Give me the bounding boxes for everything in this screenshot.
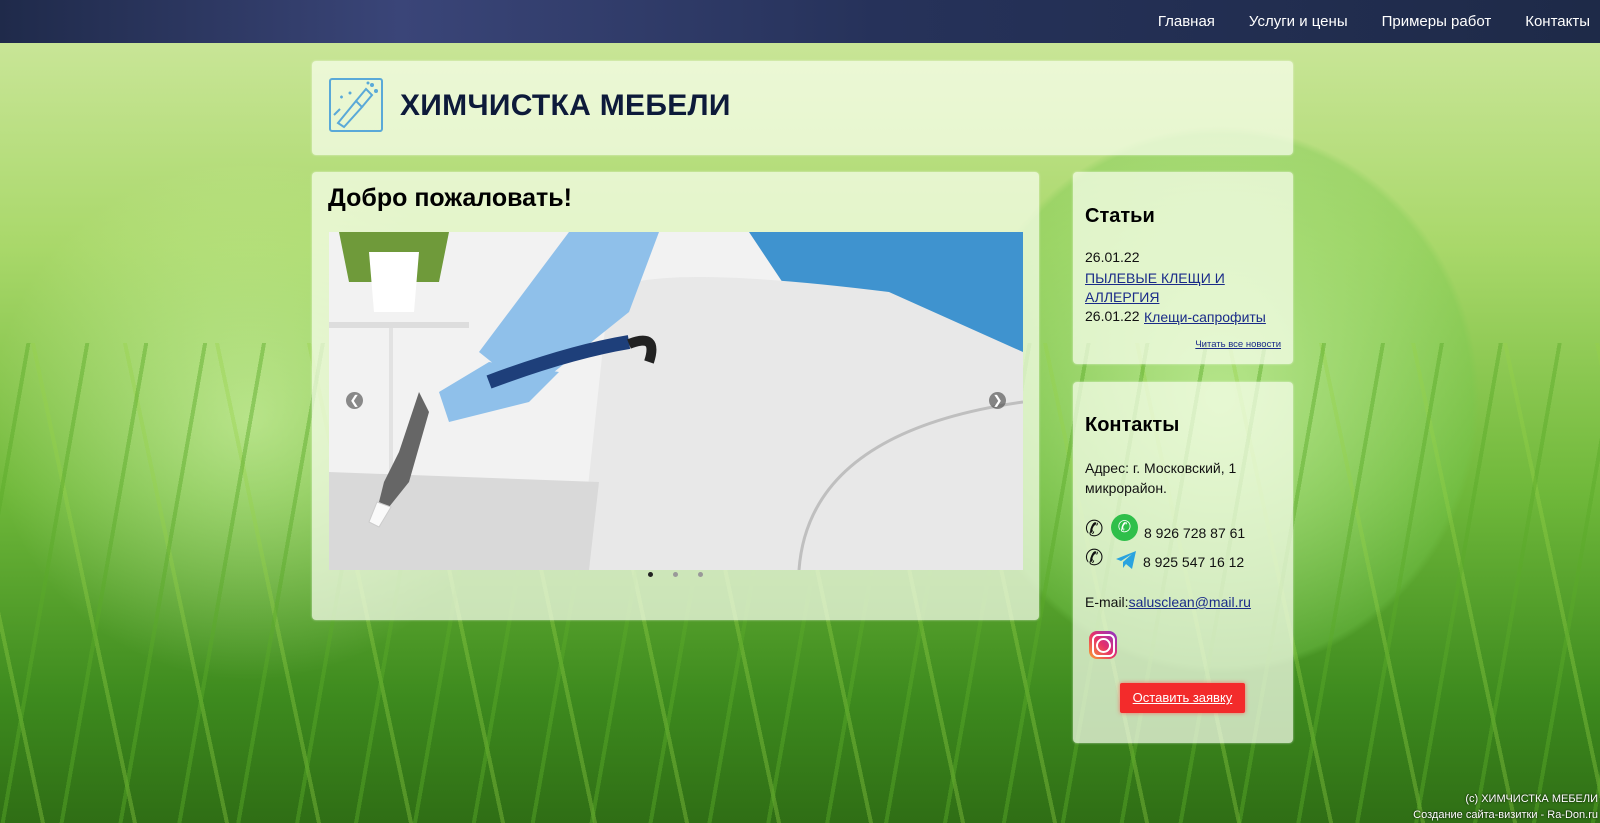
cleaning-spray-icon[interactable] — [328, 77, 384, 133]
site-title: ХИМЧИСТКА МЕБЕЛИ — [400, 89, 731, 122]
phone-number[interactable]: 8 925 547 16 12 — [1143, 554, 1244, 570]
main-content: Добро пожаловать! ❮ ❯ — [312, 172, 1039, 620]
slider-dots — [312, 572, 1039, 577]
footer: (с) ХИМЧИСТКА МЕБЕЛИ Создание сайта-визи… — [1413, 791, 1598, 823]
footer-copyright: (с) ХИМЧИСТКА МЕБЕЛИ — [1465, 793, 1598, 805]
email-label: E-mail: — [1085, 594, 1129, 610]
instagram-lens — [1096, 638, 1111, 653]
article-link[interactable]: Клещи-сапрофиты — [1144, 309, 1266, 325]
slider-dot-2[interactable] — [673, 572, 678, 577]
nav-item-home[interactable]: Главная — [1158, 13, 1215, 30]
top-navbar: Главная Услуги и цены Примеры работ Конт… — [0, 0, 1600, 43]
phone-icon: ✆ — [1085, 545, 1104, 570]
nav-item-services[interactable]: Услуги и цены — [1249, 13, 1348, 30]
page-title: Добро пожаловать! — [328, 184, 572, 212]
chevron-left-icon: ❮ — [349, 393, 360, 407]
contacts-title: Контакты — [1085, 414, 1180, 436]
site-header: ХИМЧИСТКА МЕБЕЛИ — [312, 61, 1293, 155]
articles-title: Статьи — [1085, 205, 1155, 227]
instagram-icon[interactable] — [1089, 631, 1117, 659]
slider-next-button[interactable]: ❯ — [989, 392, 1006, 409]
articles-widget: Статьи 26.01.22 ПЫЛЕВЫЕ КЛЕЩИ И АЛЛЕРГИЯ… — [1073, 172, 1293, 364]
contacts-widget: Контакты Адрес: г. Московский, 1 микрора… — [1073, 382, 1293, 743]
email-line: E-mail:salusclean@mail.ru — [1085, 594, 1251, 610]
chevron-right-icon: ❯ — [992, 393, 1003, 407]
article-link[interactable]: ПЫЛЕВЫЕ КЛЕЩИ И АЛЛЕРГИЯ — [1085, 269, 1265, 307]
read-all-news-link[interactable]: Читать все новости — [1195, 339, 1281, 350]
slider-dot-1[interactable] — [648, 572, 653, 577]
phone-number[interactable]: 8 926 728 87 61 — [1144, 525, 1245, 541]
nav-item-contacts[interactable]: Контакты — [1525, 13, 1590, 30]
slide-image — [329, 232, 1023, 570]
footer-credit[interactable]: Создание сайта-визитки - Ra-Don.ru — [1413, 807, 1598, 823]
slider-dot-3[interactable] — [698, 572, 703, 577]
whatsapp-icon[interactable]: ✆ — [1111, 514, 1138, 541]
phone-row: ✆ ✆ 8 926 728 87 61 — [1085, 514, 1245, 541]
article-date: 26.01.22 — [1085, 249, 1140, 265]
phone-row: ✆ 8 925 547 16 12 — [1085, 545, 1244, 571]
nav-item-portfolio[interactable]: Примеры работ — [1382, 13, 1492, 30]
image-slider[interactable]: ❮ ❯ — [329, 232, 1023, 570]
telegram-icon[interactable] — [1115, 550, 1137, 570]
article-date: 26.01.22 — [1085, 308, 1140, 324]
nav-menu: Главная Услуги и цены Примеры работ Конт… — [1124, 0, 1590, 43]
address-text: Адрес: г. Московский, 1 микрорайон. — [1085, 460, 1237, 496]
slider-prev-button[interactable]: ❮ — [346, 392, 363, 409]
request-button[interactable]: Оставить заявку — [1120, 683, 1245, 713]
email-link[interactable]: salusclean@mail.ru — [1129, 594, 1251, 610]
phone-icon: ✆ — [1085, 516, 1104, 541]
